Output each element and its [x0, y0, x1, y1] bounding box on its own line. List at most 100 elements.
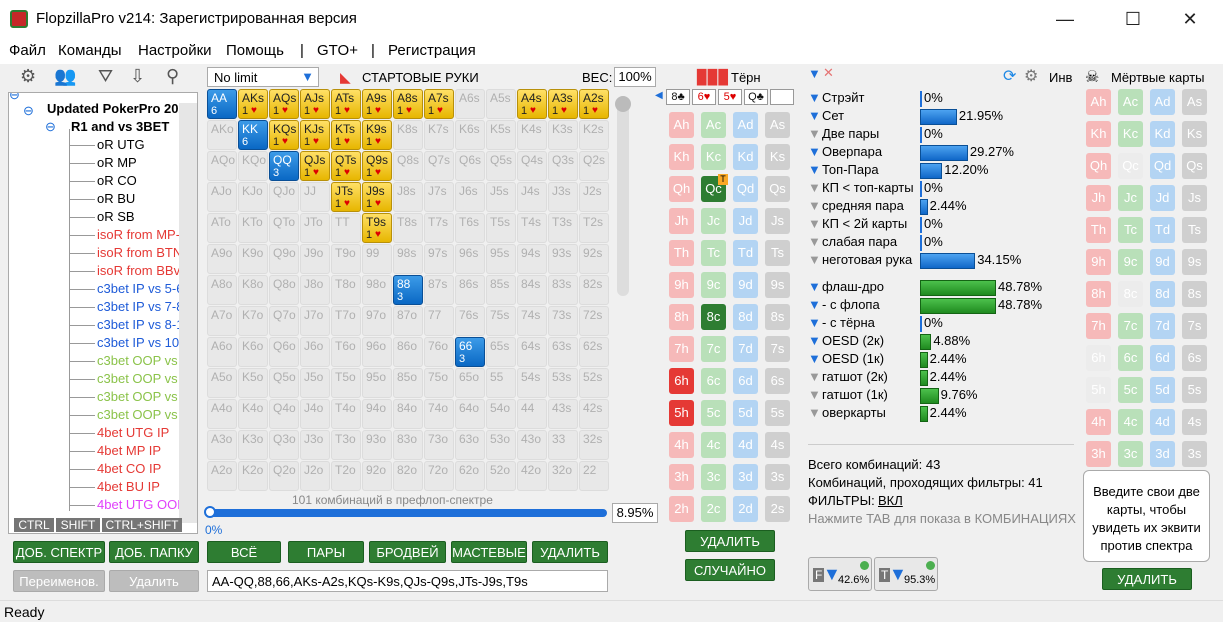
all-button[interactable]: ВСЁ: [207, 541, 281, 563]
card-7h[interactable]: 7h: [669, 336, 694, 362]
hand-cell[interactable]: J7s: [424, 182, 454, 212]
hand-cell[interactable]: T4s: [517, 213, 547, 243]
hand-cell[interactable]: A2s 1 ♥: [579, 89, 609, 119]
card-9c[interactable]: 9c: [1118, 249, 1143, 275]
card-6d[interactable]: 6d: [733, 368, 758, 394]
stat-label[interactable]: Сет: [822, 108, 844, 123]
board-slot[interactable]: 8♣: [666, 89, 690, 105]
tree-item[interactable]: 4bet BU IP: [97, 479, 160, 494]
stat-label[interactable]: гатшот (2к): [822, 369, 888, 384]
hand-cell[interactable]: 85o: [393, 368, 423, 398]
card-3d[interactable]: 3d: [733, 464, 758, 490]
hand-cell[interactable]: J6o: [300, 337, 330, 367]
hand-cell[interactable]: 94o: [362, 399, 392, 429]
card-8h[interactable]: 8h: [1086, 281, 1111, 307]
hand-cell[interactable]: T9s 1 ♥: [362, 213, 392, 243]
hand-cell[interactable]: 98s: [393, 244, 423, 274]
hand-cell[interactable]: A6s: [455, 89, 485, 119]
card-5d[interactable]: 5d: [733, 400, 758, 426]
hand-cell[interactable]: 95o: [362, 368, 392, 398]
hand-cell[interactable]: 32s: [579, 430, 609, 460]
hand-cell[interactable]: QTs 1 ♥: [331, 151, 361, 181]
card-Td[interactable]: Td: [1150, 217, 1175, 243]
hand-cell[interactable]: 84o: [393, 399, 423, 429]
card-6s[interactable]: 6s: [1182, 345, 1207, 371]
hand-cell[interactable]: K4o: [238, 399, 268, 429]
card-7d[interactable]: 7d: [733, 336, 758, 362]
card-Ts[interactable]: Ts: [765, 240, 790, 266]
hand-cell[interactable]: K6s: [455, 120, 485, 150]
game-mode-select[interactable]: No limit ▼: [207, 67, 319, 87]
card-Ts[interactable]: Ts: [1182, 217, 1207, 243]
hand-cell[interactable]: KK 6: [238, 120, 268, 150]
card-2d[interactable]: 2d: [733, 496, 758, 522]
hand-cell[interactable]: T4o: [331, 399, 361, 429]
hand-cell[interactable]: AA 6: [207, 89, 237, 119]
card-Kd[interactable]: Kd: [1150, 121, 1175, 147]
card-Jc[interactable]: Jc: [701, 208, 726, 234]
card-9c[interactable]: 9c: [701, 272, 726, 298]
hand-cell[interactable]: T7s: [424, 213, 454, 243]
menu-registration[interactable]: Регистрация: [388, 42, 476, 59]
hand-cell[interactable]: 72o: [424, 461, 454, 491]
hand-cell[interactable]: T8o: [331, 275, 361, 305]
hand-cell[interactable]: 75o: [424, 368, 454, 398]
hand-cell[interactable]: 64s: [517, 337, 547, 367]
hand-cell[interactable]: Q8s: [393, 151, 423, 181]
hand-cell[interactable]: JTs 1 ♥: [331, 182, 361, 212]
card-4s[interactable]: 4s: [1182, 409, 1207, 435]
gear-icon[interactable]: ⚙: [20, 66, 36, 87]
hand-cell[interactable]: 86s: [455, 275, 485, 305]
hand-cell[interactable]: QJs 1 ♥: [300, 151, 330, 181]
hand-cell[interactable]: Q7o: [269, 306, 299, 336]
hand-cell[interactable]: 53s: [548, 368, 578, 398]
hand-cell[interactable]: T3o: [331, 430, 361, 460]
menu-commands[interactable]: Команды: [58, 42, 122, 59]
hand-cell[interactable]: 96o: [362, 337, 392, 367]
card-8s[interactable]: 8s: [1182, 281, 1207, 307]
row-filter-icon[interactable]: ▼: [808, 369, 821, 384]
hand-cell[interactable]: Q4o: [269, 399, 299, 429]
stat-label[interactable]: КП < топ-карты: [822, 180, 914, 195]
card-8d[interactable]: 8d: [733, 304, 758, 330]
hand-cell[interactable]: A8s 1 ♥: [393, 89, 423, 119]
hand-cell[interactable]: AJs 1 ♥: [300, 89, 330, 119]
filter-icon[interactable]: ▼: [808, 66, 821, 81]
hand-cell[interactable]: 65s: [486, 337, 516, 367]
hand-cell[interactable]: J7o: [300, 306, 330, 336]
hand-cell[interactable]: T8s: [393, 213, 423, 243]
hand-cell[interactable]: A7o: [207, 306, 237, 336]
hand-cell[interactable]: T2s: [579, 213, 609, 243]
hand-cell[interactable]: K5o: [238, 368, 268, 398]
stat-label[interactable]: OESD (1к): [822, 351, 884, 366]
hand-cell[interactable]: A3o: [207, 430, 237, 460]
hand-cell[interactable]: 87o: [393, 306, 423, 336]
tree-root[interactable]: Updated PokerPro 2021: [47, 101, 193, 116]
card-Kc[interactable]: Kc: [701, 144, 726, 170]
hand-cell[interactable]: Q6s: [455, 151, 485, 181]
card-Jd[interactable]: Jd: [1150, 185, 1175, 211]
clear-button[interactable]: УДАЛИТЬ: [532, 541, 608, 563]
weight-input[interactable]: 100%: [614, 67, 656, 87]
hand-cell[interactable]: 97s: [424, 244, 454, 274]
hand-cell[interactable]: J2o: [300, 461, 330, 491]
hand-cell[interactable]: A5s: [486, 89, 516, 119]
hand-cell[interactable]: 84s: [517, 275, 547, 305]
suited-button[interactable]: МАСТЕВЫЕ: [451, 541, 527, 563]
hand-cell[interactable]: K5s: [486, 120, 516, 150]
stat-label[interactable]: оверкарты: [822, 405, 886, 420]
card-3h[interactable]: 3h: [1086, 441, 1111, 467]
card-6c[interactable]: 6c: [1118, 345, 1143, 371]
hand-cell[interactable]: AKs 1 ♥: [238, 89, 268, 119]
hand-cell[interactable]: Q9s 1 ♥: [362, 151, 392, 181]
hand-cell[interactable]: K6o: [238, 337, 268, 367]
hand-cell[interactable]: 74s: [517, 306, 547, 336]
card-9h[interactable]: 9h: [669, 272, 694, 298]
card-Th[interactable]: Th: [1086, 217, 1111, 243]
board-slot[interactable]: 6♥: [692, 89, 716, 105]
card-9d[interactable]: 9d: [1150, 249, 1175, 275]
refresh-icon[interactable]: ⟳: [1003, 66, 1016, 86]
shift-key[interactable]: SHIFT: [56, 518, 100, 532]
hand-cell[interactable]: 22: [579, 461, 609, 491]
card-Ad[interactable]: Ad: [733, 112, 758, 138]
